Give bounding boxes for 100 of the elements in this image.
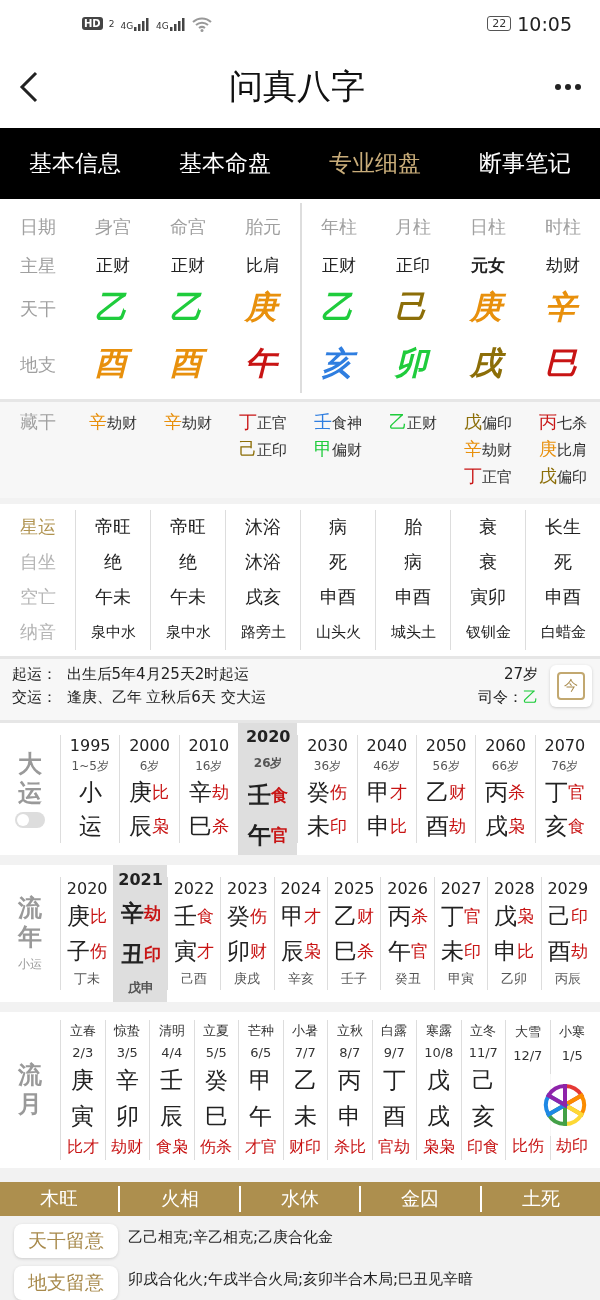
earthly-branch: 午 <box>242 340 283 389</box>
year-column[interactable]: 2025 乙财 巳杀 壬子 <box>327 877 381 991</box>
earthly-branch: 巳 <box>543 343 579 385</box>
main-star-label: 正财 <box>321 254 356 277</box>
tab[interactable]: 基本命盘 <box>150 127 300 199</box>
hidden-stem: 甲偏财 <box>313 436 362 461</box>
month-column[interactable]: 立秋 8/7 丙 申 杀比 <box>327 1020 372 1160</box>
year-text: 2000 <box>129 735 170 755</box>
year-column[interactable]: 2023 癸伤 卯财 庚戌 <box>220 877 274 991</box>
year-column[interactable]: 2026 丙杀 午官 癸丑 <box>380 877 434 991</box>
year-text: 2024 <box>280 878 322 898</box>
luck-period[interactable]: 2040 46岁 甲 才 申 比 <box>356 734 416 843</box>
branch-char: 午 <box>248 820 272 850</box>
hidden-stem: 壬食神 <box>313 409 362 434</box>
hidden-stem: 辛劫财 <box>163 409 212 434</box>
month-column[interactable]: 芒种 6/5 甲 午 才官 <box>238 1020 283 1160</box>
table-cell: 戌亥 <box>225 579 300 615</box>
god-label: 杀 <box>211 814 229 838</box>
luck-period[interactable]: 2030 36岁 癸伤 未印 <box>297 734 357 843</box>
tab[interactable]: 基本信息 <box>0 127 150 199</box>
year-text: 2060 <box>485 735 526 755</box>
toggle-switch[interactable] <box>15 811 45 828</box>
year-column[interactable]: 2021 辛劫 丑印 戊申 <box>113 865 167 1003</box>
stem-char: 庚 <box>71 1066 95 1095</box>
date-text: 1/5 <box>561 1047 583 1063</box>
luck-period[interactable]: 2050 56岁 乙财 酉劫 <box>416 734 476 843</box>
god-label: 伤 <box>330 782 348 803</box>
age-text: 6岁 <box>139 757 160 775</box>
column-header: 命宫 <box>169 214 206 239</box>
year-text: 2022 <box>173 878 215 898</box>
age-text: 36岁 <box>313 757 342 775</box>
battery-level: 22 <box>487 16 512 32</box>
luck-period[interactable]: 1995 1~5岁 小 运 <box>60 734 120 843</box>
stem-char: 己 <box>547 902 571 932</box>
sim-number: 2 <box>108 18 115 29</box>
table-cell: 衰 <box>450 544 525 580</box>
branch-char: 未 <box>307 811 331 841</box>
tab[interactable]: 断事笔记 <box>450 127 600 199</box>
note-label: 天干留意 <box>14 1224 118 1258</box>
main-star-label: 正印 <box>395 254 430 277</box>
stem-char: 壬 <box>160 1066 184 1095</box>
month-column[interactable]: 惊蛰 3/5 辛 卯 劫财 <box>104 1020 149 1160</box>
solar-term: 寒露 <box>425 1022 452 1041</box>
month-column[interactable]: 立春 2/3 庚 寅 比才 <box>60 1020 105 1160</box>
section-label: 大运 <box>18 750 42 808</box>
year-column[interactable]: 2024 甲 才 辰枭 辛亥 <box>273 877 327 991</box>
branch-char: 亥 <box>471 1101 495 1131</box>
year-text: 2040 <box>366 735 408 755</box>
column-header: 月柱 <box>394 214 431 239</box>
branch-char: 寅 <box>71 1101 95 1131</box>
table-cell: 胎 <box>375 509 450 545</box>
year-column[interactable]: 2028 戊枭 申 比 乙卯 <box>487 877 541 991</box>
table-cell: 泉中水 <box>75 614 150 650</box>
branch-char: 申 <box>366 811 390 841</box>
heavenly-stem: 乙 <box>93 287 128 329</box>
table-cell: 病 <box>375 544 450 580</box>
date-text: 11/7 <box>468 1045 498 1061</box>
month-column[interactable]: 小暑 7/7 乙 未 财印 <box>282 1020 327 1160</box>
solar-term: 小暑 <box>292 1022 319 1041</box>
luck-period[interactable]: 2010 16岁 辛劫 巳杀 <box>178 734 238 843</box>
tab[interactable]: 专业细盘 <box>300 127 450 199</box>
god-label: 才官 <box>244 1136 277 1158</box>
stem-char: 己 <box>471 1066 495 1095</box>
month-column[interactable]: 清明 4/4 壬 辰 食枭 <box>149 1020 194 1160</box>
month-column[interactable]: 白露 9/7 丁 酉 官劫 <box>371 1020 416 1160</box>
god-label: 比 <box>517 939 535 963</box>
month-column[interactable]: 立夏 5/5 癸 巳 伤杀 <box>193 1020 238 1160</box>
luck-period[interactable]: 2020 26岁 壬食 午官 <box>238 722 298 855</box>
branch-char: 申 <box>338 1101 362 1131</box>
year-column[interactable]: 2027 丁官 未印 甲寅 <box>433 877 488 991</box>
month-column[interactable]: 立冬 11/7 己 亥 印食 <box>460 1020 505 1160</box>
more-icon[interactable] <box>554 83 582 92</box>
luck-period[interactable]: 2070 76岁 丁官 亥食 <box>534 734 594 843</box>
god-label: 劫 <box>570 939 588 961</box>
age-text: 27岁 <box>503 664 538 684</box>
branch-char: 戌 <box>485 811 509 841</box>
section-sublabel: 小运 <box>18 955 42 973</box>
heavenly-stem: 辛 <box>542 284 583 333</box>
year-column[interactable]: 2022 壬食 寅才 己酉 <box>166 877 221 991</box>
season-label: 金囚 <box>359 1186 480 1212</box>
luck-period[interactable]: 2000 6岁 庚比 辰枭 <box>119 734 179 843</box>
earthly-branch: 酉 <box>167 340 208 389</box>
commander-text: 司令：乙 <box>478 687 538 707</box>
god-label: 才 <box>197 940 214 961</box>
hidden-stem: 庚比肩 <box>538 436 587 461</box>
god-label: 枭 <box>508 814 526 836</box>
date-text: 9/7 <box>383 1045 405 1061</box>
month-column[interactable]: 寒露 10/8 戊 戌 枭枭 <box>416 1020 461 1160</box>
luck-period[interactable]: 2060 66岁 丙杀 戌枭 <box>475 734 535 843</box>
god-label: 印 <box>330 814 348 838</box>
god-label: 伤杀 <box>200 1136 233 1158</box>
branch-char: 辰 <box>280 936 304 966</box>
branch-char: 酉 <box>382 1101 406 1131</box>
year-column[interactable]: 2029 己 印 酉劫 丙辰 <box>540 877 594 991</box>
date-text: 2/3 <box>72 1045 94 1061</box>
stem-char: 庚 <box>129 778 153 808</box>
branch-char: 酉 <box>426 811 450 841</box>
table-cell: 沐浴 <box>225 509 300 545</box>
back-icon[interactable] <box>18 71 40 104</box>
branch-char: 丑 <box>120 939 144 969</box>
